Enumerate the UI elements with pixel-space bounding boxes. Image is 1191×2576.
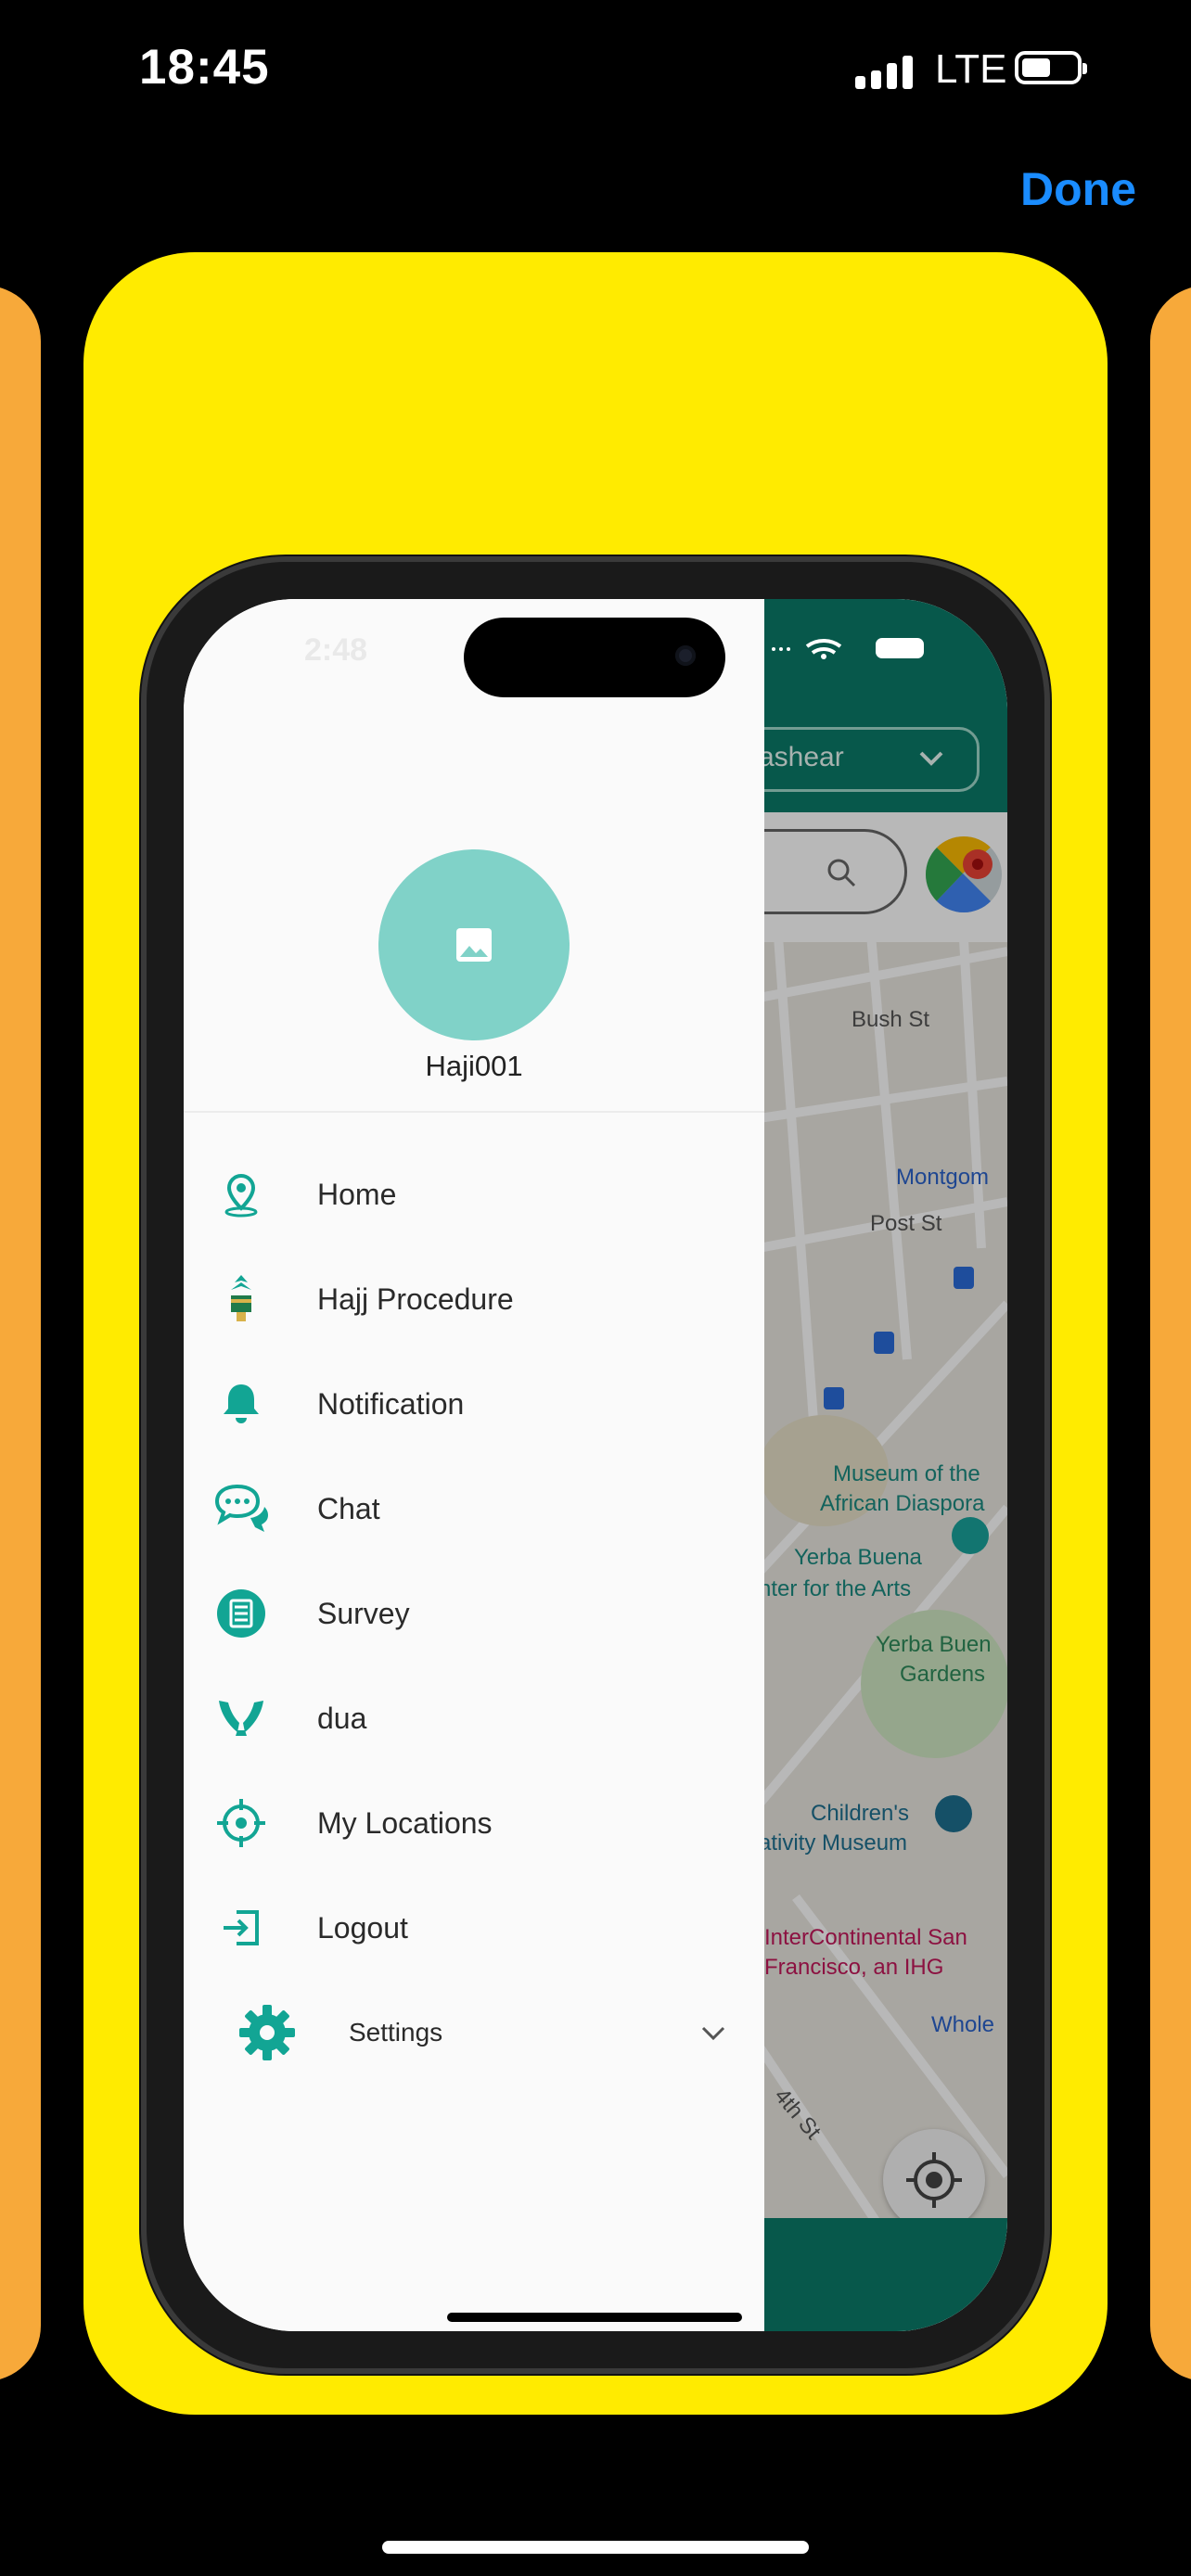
battery-icon xyxy=(1015,51,1087,84)
menu-item-label: Notification xyxy=(317,1386,465,1421)
praying-hands-icon xyxy=(213,1690,269,1746)
volume-up-button xyxy=(139,1031,147,1170)
wifi-icon xyxy=(772,639,842,659)
menu-item-label: Chat xyxy=(317,1491,380,1525)
phone-screen: Bush St Montgom Post St Museum of the Af… xyxy=(184,599,1007,2331)
avatar[interactable] xyxy=(378,849,570,1040)
menu-item-logout[interactable]: Logout xyxy=(184,1876,764,1980)
done-button[interactable]: Done xyxy=(1020,162,1136,216)
crosshair-icon xyxy=(213,1795,269,1851)
inner-battery-icon xyxy=(876,638,924,658)
inner-status-time: 2:48 xyxy=(304,632,368,668)
navigation-drawer: 2:48 Haji001 Home Hajj Procedure Notific… xyxy=(184,599,764,2331)
volume-down-button xyxy=(139,1207,147,1346)
survey-list-icon xyxy=(213,1586,269,1641)
screenshot-preview-card: Bush St Montgom Post St Museum of the Af… xyxy=(83,252,1108,2415)
menu-item-settings[interactable]: Settings xyxy=(184,1981,764,2085)
network-type: LTE xyxy=(935,46,1007,92)
kaaba-icon xyxy=(213,1271,269,1327)
chat-bubbles-icon xyxy=(213,1481,269,1537)
menu-item-home[interactable]: Home xyxy=(184,1142,764,1246)
cellular-signal-icon xyxy=(855,54,913,89)
chevron-down-icon xyxy=(701,2026,725,2041)
status-time: 18:45 xyxy=(139,40,270,95)
menu-item-hajj-procedure[interactable]: Hajj Procedure xyxy=(184,1247,764,1351)
front-camera xyxy=(675,645,696,666)
menu-item-notification[interactable]: Notification xyxy=(184,1352,764,1456)
image-placeholder-icon xyxy=(456,928,492,962)
home-indicator[interactable] xyxy=(382,2541,809,2554)
location-pin-icon xyxy=(213,1167,269,1222)
menu-item-label: My Locations xyxy=(317,1805,493,1840)
power-button xyxy=(1044,1133,1052,1346)
menu-item-dua[interactable]: dua xyxy=(184,1666,764,1770)
username: Haji001 xyxy=(425,1050,523,1082)
action-button xyxy=(139,901,147,976)
menu-item-chat[interactable]: Chat xyxy=(184,1457,764,1561)
drawer-scrim[interactable] xyxy=(759,599,1007,2331)
settings-label: Settings xyxy=(349,2018,443,2047)
menu-item-label: dua xyxy=(317,1701,367,1735)
menu-item-label: Home xyxy=(317,1177,397,1211)
menu-item-label: Survey xyxy=(317,1596,410,1630)
next-card[interactable] xyxy=(1150,286,1191,2381)
menu-item-label: Hajj Procedure xyxy=(317,1282,514,1316)
previous-card[interactable] xyxy=(0,286,41,2381)
menu-item-label: Logout xyxy=(317,1910,408,1945)
logout-icon xyxy=(213,1900,269,1956)
phone-frame: Bush St Montgom Post St Museum of the Af… xyxy=(147,562,1044,2368)
menu-item-my-locations[interactable]: My Locations xyxy=(184,1771,764,1875)
bell-icon xyxy=(213,1376,269,1432)
drawer-divider xyxy=(184,1111,764,1113)
menu-item-survey[interactable]: Survey xyxy=(184,1562,764,1665)
gear-icon xyxy=(237,2003,297,2062)
inner-home-indicator xyxy=(447,2313,742,2322)
